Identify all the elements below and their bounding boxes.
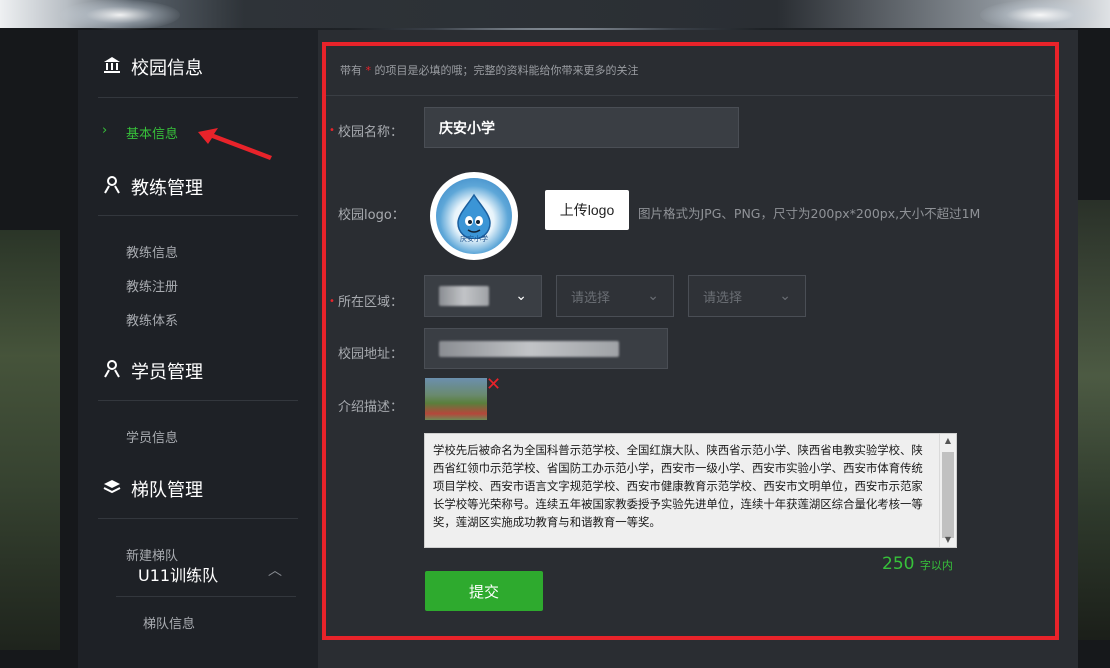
background-grass-left (0, 230, 60, 650)
divider (326, 95, 1056, 96)
campus-logo-label: 校园logo： (338, 208, 405, 223)
divider (98, 215, 298, 216)
user-icon (103, 360, 121, 382)
char-counter-unit: 字以内 (919, 559, 953, 572)
upload-hint-text: 图片格式为JPG、PNG，尺寸为200px*200px,大小不超过1M (638, 206, 981, 221)
sidebar-section-title: 校园信息 (131, 58, 203, 79)
char-counter: 250 字以内 (882, 554, 953, 574)
address-label: 校园地址： (338, 347, 404, 362)
stadium-light (980, 0, 1100, 30)
divider (98, 518, 298, 519)
sidebar-section-student[interactable]: 学员管理 (103, 358, 203, 384)
sidebar-section-title: 教练管理 (131, 178, 203, 199)
region-province-select[interactable]: ⌄ (424, 275, 542, 317)
required-marker: • (329, 296, 335, 307)
chevron-down-icon: ⌄ (779, 288, 791, 304)
logo-text: 庆安小学 (460, 235, 488, 243)
chevron-down-icon: ⌄ (515, 288, 527, 304)
campus-name-value: 庆安小学 (439, 120, 495, 137)
textarea-scrollbar[interactable]: ▲ ▼ (939, 434, 956, 547)
scroll-thumb[interactable] (942, 452, 954, 538)
region-value-redacted (439, 286, 489, 306)
campus-name-label: 校园名称： (338, 125, 404, 140)
description-label: 介绍描述： (338, 400, 404, 415)
close-icon[interactable]: ✕ (486, 374, 501, 395)
region-district-placeholder: 请选择 (703, 290, 743, 306)
sidebar-group-u11[interactable]: U11训练队 (138, 562, 218, 586)
divider (98, 97, 298, 98)
region-city-placeholder: 请选择 (571, 290, 611, 306)
region-district-select[interactable]: 请选择 ⌄ (688, 275, 806, 317)
campus-logo-image: 庆安小学 (430, 172, 518, 260)
layers-icon (103, 479, 121, 499)
divider (116, 596, 296, 597)
sidebar-item-basic-info[interactable]: 基本信息 (126, 123, 178, 142)
submit-button[interactable]: 提交 (425, 571, 543, 611)
region-city-select[interactable]: 请选择 ⌄ (556, 275, 674, 317)
scroll-up-icon[interactable]: ▲ (940, 434, 956, 448)
building-icon (103, 56, 121, 78)
chevron-right-icon: › (102, 123, 108, 138)
sidebar-item-team-info[interactable]: 梯队信息 (143, 613, 195, 632)
stadium-light (60, 0, 180, 30)
char-counter-value: 250 (882, 554, 915, 574)
campus-name-input[interactable]: 庆安小学 (424, 107, 739, 148)
sidebar-item-coach-system[interactable]: 教练体系 (126, 310, 178, 329)
divider (98, 400, 298, 401)
required-notice: 带有 * 的项目是必填的哦；完整的资料能给你带来更多的关注 (340, 64, 639, 77)
water-drop-mascot-icon (457, 193, 491, 239)
sidebar-item-coach-info[interactable]: 教练信息 (126, 242, 178, 261)
description-text: 学校先后被命名为全国科普示范学校、全国红旗大队、陕西省示范小学、陕西省电教实验学… (433, 443, 923, 529)
user-icon (103, 176, 121, 198)
scroll-down-icon[interactable]: ▼ (940, 533, 956, 547)
sidebar-section-campus[interactable]: 校园信息 (103, 54, 203, 80)
sidebar-section-title: 梯队管理 (131, 480, 203, 501)
region-label: 所在区域： (338, 295, 404, 310)
chevron-up-icon[interactable]: ︿ (268, 560, 282, 580)
annotation-arrow-icon (198, 128, 272, 160)
chevron-down-icon: ⌄ (647, 288, 659, 304)
sidebar-item-coach-register[interactable]: 教练注册 (126, 276, 178, 295)
address-value-redacted (439, 340, 619, 357)
description-image-thumbnail[interactable] (425, 378, 487, 420)
sidebar-item-student-info[interactable]: 学员信息 (126, 427, 178, 446)
description-textarea[interactable]: 学校先后被命名为全国科普示范学校、全国红旗大队、陕西省示范小学、陕西省电教实验学… (424, 433, 957, 548)
sidebar-section-coach[interactable]: 教练管理 (103, 174, 203, 200)
sidebar-section-team[interactable]: 梯队管理 (103, 476, 203, 502)
required-marker: • (329, 125, 335, 136)
sidebar-section-title: 学员管理 (131, 362, 203, 383)
upload-logo-button[interactable]: 上传logo (545, 190, 629, 230)
address-input[interactable] (424, 328, 668, 369)
